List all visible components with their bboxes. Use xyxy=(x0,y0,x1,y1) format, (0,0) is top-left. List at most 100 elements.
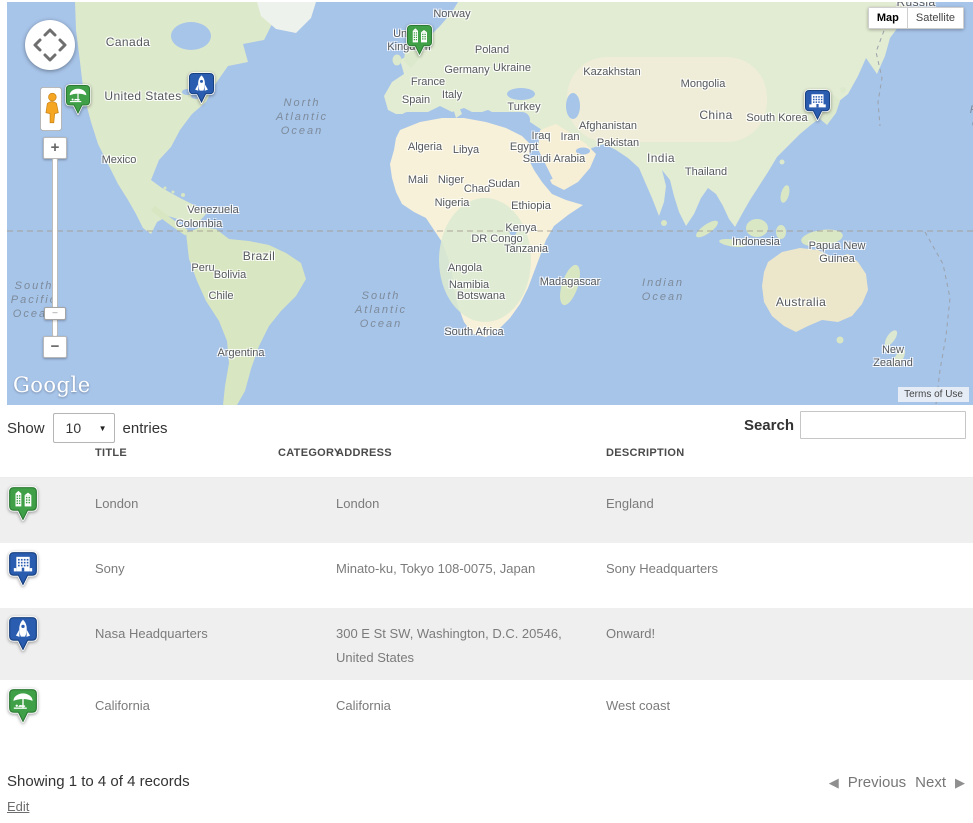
next-arrow-icon[interactable]: ▶ xyxy=(955,775,965,791)
map-label-country: Iran xyxy=(561,131,580,144)
column-header-address[interactable]: ADDRESS xyxy=(336,440,606,477)
column-header-category[interactable]: CATEGORY xyxy=(278,440,336,477)
pan-arrows-icon xyxy=(25,20,75,70)
world-map-graphic xyxy=(7,2,973,405)
terms-of-use-link[interactable]: Terms of Use xyxy=(898,387,969,402)
column-header-description[interactable]: DESCRIPTION xyxy=(606,440,973,477)
next-button[interactable]: Next xyxy=(915,774,946,791)
chevron-down-icon: ▼ xyxy=(99,424,107,433)
map-type-satellite-button[interactable]: Satellite xyxy=(907,7,964,29)
map-label-country: Ethiopia xyxy=(511,200,551,213)
map-label-country: Kazakhstan xyxy=(583,66,640,79)
map-label-country: Afghanistan xyxy=(579,120,637,133)
map-label-country: Papua New Guinea xyxy=(809,240,866,265)
previous-button[interactable]: Previous xyxy=(848,774,906,791)
map-label-country: Germany xyxy=(444,64,489,77)
cell-title: Sony xyxy=(95,543,278,608)
map-label-country: Canada xyxy=(106,36,150,50)
column-header-title[interactable]: TITLE xyxy=(95,440,278,477)
map-label-country: Poland xyxy=(475,44,509,57)
map-marker-office-building-blue[interactable] xyxy=(804,89,831,121)
table-controls: Show 10 ▼ entries Search xyxy=(0,408,973,442)
map-label-country: South Africa xyxy=(444,326,503,339)
records-summary: Showing 1 to 4 of 4 records xyxy=(7,773,190,790)
map-label-country: Colombia xyxy=(176,218,222,231)
map-label-country: Turkey xyxy=(507,101,540,114)
cell-title: Nasa Headquarters xyxy=(95,608,278,680)
map-label-country: Niger xyxy=(438,174,464,187)
google-map[interactable]: Norway Russia Canada United Kingdom Pola… xyxy=(7,2,973,405)
map-label-country: Peru xyxy=(191,262,214,275)
table-row[interactable]: California California West coast xyxy=(0,680,973,748)
cell-description: Sony Headquarters xyxy=(606,543,973,608)
previous-arrow-icon[interactable]: ◀ xyxy=(829,775,839,791)
cell-description: England xyxy=(606,478,973,543)
edit-link[interactable]: Edit xyxy=(7,799,29,814)
pagination: ◀ Previous Next ▶ xyxy=(829,774,965,791)
map-label-country: Sudan xyxy=(488,178,520,191)
cell-title: London xyxy=(95,478,278,543)
pegman-street-view-icon[interactable] xyxy=(40,87,62,131)
cell-address: Minato-ku, Tokyo 108-0075, Japan xyxy=(336,543,606,608)
row-marker-rocket-blue-icon xyxy=(8,616,38,651)
map-label-ocean: South Atlantic Ocean xyxy=(355,290,407,331)
map-label-country: Brazil xyxy=(243,250,275,264)
search-group: Search xyxy=(744,411,966,439)
map-label-country: Spain xyxy=(402,94,430,107)
table-row[interactable]: Sony Minato-ku, Tokyo 108-0075, Japan So… xyxy=(0,543,973,608)
map-label-country: Nigeria xyxy=(435,197,470,210)
locations-table: TITLE CATEGORY ADDRESS DESCRIPTION Londo… xyxy=(0,440,973,748)
table-header-row: TITLE CATEGORY ADDRESS DESCRIPTION xyxy=(0,440,973,478)
map-label-country: Norway xyxy=(433,8,470,21)
map-label-country: Mexico xyxy=(102,154,137,167)
map-label-country: Bolivia xyxy=(214,269,246,282)
row-marker-beach-umbrella-green-icon xyxy=(8,688,38,723)
map-label-country: Ukraine xyxy=(493,62,531,75)
map-marker-city-buildings-green[interactable] xyxy=(406,24,433,56)
map-label-country: Italy xyxy=(442,89,462,102)
map-label-country: Botswana xyxy=(457,290,505,303)
map-label-country: Venezuela xyxy=(187,204,238,217)
entries-label: entries xyxy=(123,420,168,437)
show-entries-group: Show 10 ▼ entries xyxy=(7,413,168,443)
column-header-icon xyxy=(0,440,95,477)
cell-address: 300 E St SW, Washington, D.C. 20546, Uni… xyxy=(336,608,606,680)
map-label-country: Australia xyxy=(776,296,826,310)
map-label-ocean: Indian Ocean xyxy=(642,277,684,305)
search-label: Search xyxy=(744,417,794,434)
map-marker-beach-umbrella-green[interactable] xyxy=(65,84,91,115)
map-pan-control[interactable] xyxy=(25,20,75,70)
cell-address: California xyxy=(336,680,606,748)
entries-select-value: 10 xyxy=(66,420,82,436)
map-label-country: India xyxy=(647,152,675,166)
map-label-country: Mongolia xyxy=(681,78,726,91)
map-label-country: Algeria xyxy=(408,141,442,154)
map-label-country: United States xyxy=(104,90,181,104)
map-label-country: Pakistan xyxy=(597,137,639,150)
map-label-country: Egypt xyxy=(510,141,538,154)
row-marker-office-building-blue-icon xyxy=(8,551,38,586)
map-label-country: Chad xyxy=(464,183,490,196)
cell-category xyxy=(278,543,336,608)
cell-description: West coast xyxy=(606,680,973,748)
map-label-country: Indonesia xyxy=(732,236,780,249)
cell-address: London xyxy=(336,478,606,543)
table-row[interactable]: Nasa Headquarters 300 E St SW, Washingto… xyxy=(0,608,973,680)
entries-select[interactable]: 10 ▼ xyxy=(53,413,115,443)
zoom-in-button[interactable]: + xyxy=(43,137,67,159)
map-marker-rocket-blue[interactable] xyxy=(188,72,215,104)
zoom-slider-handle[interactable]: – xyxy=(44,307,66,320)
row-marker-city-buildings-green-icon xyxy=(8,486,38,521)
search-input[interactable] xyxy=(800,411,966,439)
map-label-country: Madagascar xyxy=(540,276,601,289)
map-label-country: Chile xyxy=(208,290,233,303)
map-label-country: New Zealand xyxy=(873,344,913,369)
map-label-ocean: North Atlantic Ocean xyxy=(276,97,328,138)
map-label-country: Mali xyxy=(408,174,428,187)
google-logo[interactable]: Google xyxy=(13,373,91,397)
map-type-map-button[interactable]: Map xyxy=(868,7,907,29)
table-row[interactable]: London London England xyxy=(0,478,973,543)
map-label-country: Tanzania xyxy=(504,243,548,256)
map-type-control: Map Satellite xyxy=(868,7,964,29)
zoom-out-button[interactable]: − xyxy=(43,336,67,358)
